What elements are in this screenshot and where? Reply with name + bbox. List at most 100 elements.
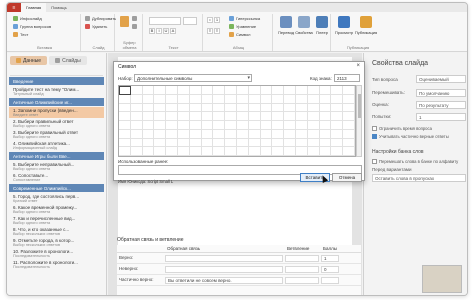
list-item[interactable]: Пройдите тест на тему "Олим... Титульный … [9,86,104,97]
symbol-cell[interactable] [213,112,226,121]
symbol-cell[interactable] [237,103,249,113]
scrollbar-thumb[interactable] [358,94,361,118]
file-menu-button[interactable]: ≡ [7,3,21,12]
symbol-cell[interactable] [272,112,285,121]
align-left-button[interactable]: ≡ [207,28,213,34]
feedback-input[interactable] [165,266,283,273]
preview-button[interactable]: Просмотр [333,16,355,35]
symbol-cell[interactable] [237,121,249,130]
symbol-cell[interactable] [225,121,237,130]
symbol-cell[interactable] [154,86,167,95]
symbol-cell[interactable] [201,121,214,130]
symbol-cell[interactable] [225,94,237,104]
list-item[interactable]: 1. Запомни пропуски (введен... Введите от… [9,107,104,118]
symbol-cell[interactable] [225,86,237,95]
delete-button[interactable]: Удалить [85,24,107,29]
branch-select[interactable] [285,277,319,284]
symbol-cell[interactable] [319,138,332,148]
list-item[interactable]: 5. Город, где состоялись перв... Краткий … [9,193,104,204]
symbol-cell[interactable] [189,147,202,156]
symbol-cell[interactable] [119,129,131,139]
tab-home[interactable]: Главная [21,3,47,12]
symbol-cell[interactable] [225,129,237,139]
symbol-cell[interactable] [201,112,214,121]
symbol-cell[interactable] [343,94,355,104]
symbol-cell[interactable] [248,94,261,104]
symbol-cell[interactable] [154,147,167,156]
symbol-cell[interactable] [319,121,332,130]
symbol-cell[interactable] [213,129,226,139]
points-input[interactable] [321,277,339,284]
symbol-cell[interactable] [119,112,131,121]
text-color-button[interactable]: A [170,28,176,34]
symbol-cell[interactable] [272,138,285,148]
symbol-cell[interactable] [237,112,249,121]
symbol-cell[interactable] [343,103,355,113]
symbol-cell[interactable] [237,138,249,148]
symbol-cell[interactable] [307,86,320,95]
symbol-cell[interactable] [213,94,226,104]
symbol-cell[interactable] [237,94,249,104]
underline-button[interactable]: U [163,28,169,34]
symbol-cell[interactable] [260,138,273,148]
symbol-cell[interactable] [237,86,249,95]
symbol-cell[interactable] [284,112,296,121]
symbol-cell[interactable] [166,103,178,113]
symbol-cell[interactable] [119,121,131,130]
player-button[interactable]: Плеер [311,16,333,35]
symbol-cell[interactable] [260,103,273,113]
symbol-cell[interactable] [189,121,202,130]
symbol-cell[interactable] [331,138,344,148]
symbol-cell[interactable] [331,129,344,139]
symbol-cell[interactable] [189,86,202,95]
symbol-cell[interactable] [296,129,308,139]
list-item[interactable]: 8. Что, и кто оказанные с... Выбор нескол… [9,226,104,237]
attempts-stepper[interactable]: 1 [416,113,466,121]
symbol-cell[interactable] [142,147,155,156]
symbol-cell[interactable] [189,129,202,139]
question-type-select[interactable]: Оцениваемый [416,75,466,83]
symbol-cell[interactable] [201,86,214,95]
list-item[interactable]: 5. Выберите неправильный... Выбор одного … [9,161,104,172]
list-item[interactable]: 2. Выбери правильный ответ Выбор одного о… [9,118,104,129]
symbol-cell[interactable] [343,86,355,95]
symbol-cell[interactable] [201,94,214,104]
symbol-cell[interactable] [331,121,344,130]
bold-button[interactable]: B [149,28,155,34]
cut-button[interactable] [132,16,137,21]
symbol-cell[interactable] [225,147,237,156]
symbol-cell[interactable] [307,112,320,121]
points-input[interactable]: 1 [321,255,339,262]
list-item[interactable]: 10. Разложите в хронологи... Последовател… [9,248,104,259]
duplicate-button[interactable]: Дублировать [85,16,116,21]
symbol-cell[interactable] [260,147,273,156]
symbol-cell[interactable] [213,86,226,95]
symbol-cell[interactable] [319,147,332,156]
symbol-cell[interactable] [296,138,308,148]
add-question-group-button[interactable]: Группа вопросов [13,24,51,29]
symbol-cell[interactable] [307,103,320,113]
align-center-button[interactable]: ≡ [214,28,220,34]
list-item[interactable]: 3. Выберите правильный ответ Выбор одного… [9,129,104,140]
symbol-cell[interactable] [284,94,296,104]
branch-select[interactable] [285,266,319,273]
symbol-cell[interactable] [284,86,296,95]
symbol-cell[interactable] [272,121,285,130]
symbol-cell[interactable] [272,86,285,95]
font-family-select[interactable] [149,17,181,25]
tab-data[interactable]: Данные [10,56,48,65]
char-code-input[interactable]: 2113 [334,74,360,82]
symbol-cell[interactable] [307,121,320,130]
symbol-cell[interactable] [142,86,155,95]
symbol-grid-scrollbar[interactable] [356,85,362,157]
symbol-cell[interactable] [248,112,261,121]
symbol-cell[interactable] [178,103,190,113]
symbol-cell[interactable] [119,147,131,156]
list-item[interactable]: 6. Какое временной промежу... Выбор одног… [9,204,104,215]
symbol-cell[interactable] [343,121,355,130]
symbol-cell[interactable] [142,112,155,121]
symbol-cell[interactable] [296,121,308,130]
sort-bank-checkbox[interactable]: Перемешать слова в банке по алфавиту [372,159,458,164]
symbol-cell[interactable] [248,121,261,130]
symbol-cell[interactable] [225,112,237,121]
